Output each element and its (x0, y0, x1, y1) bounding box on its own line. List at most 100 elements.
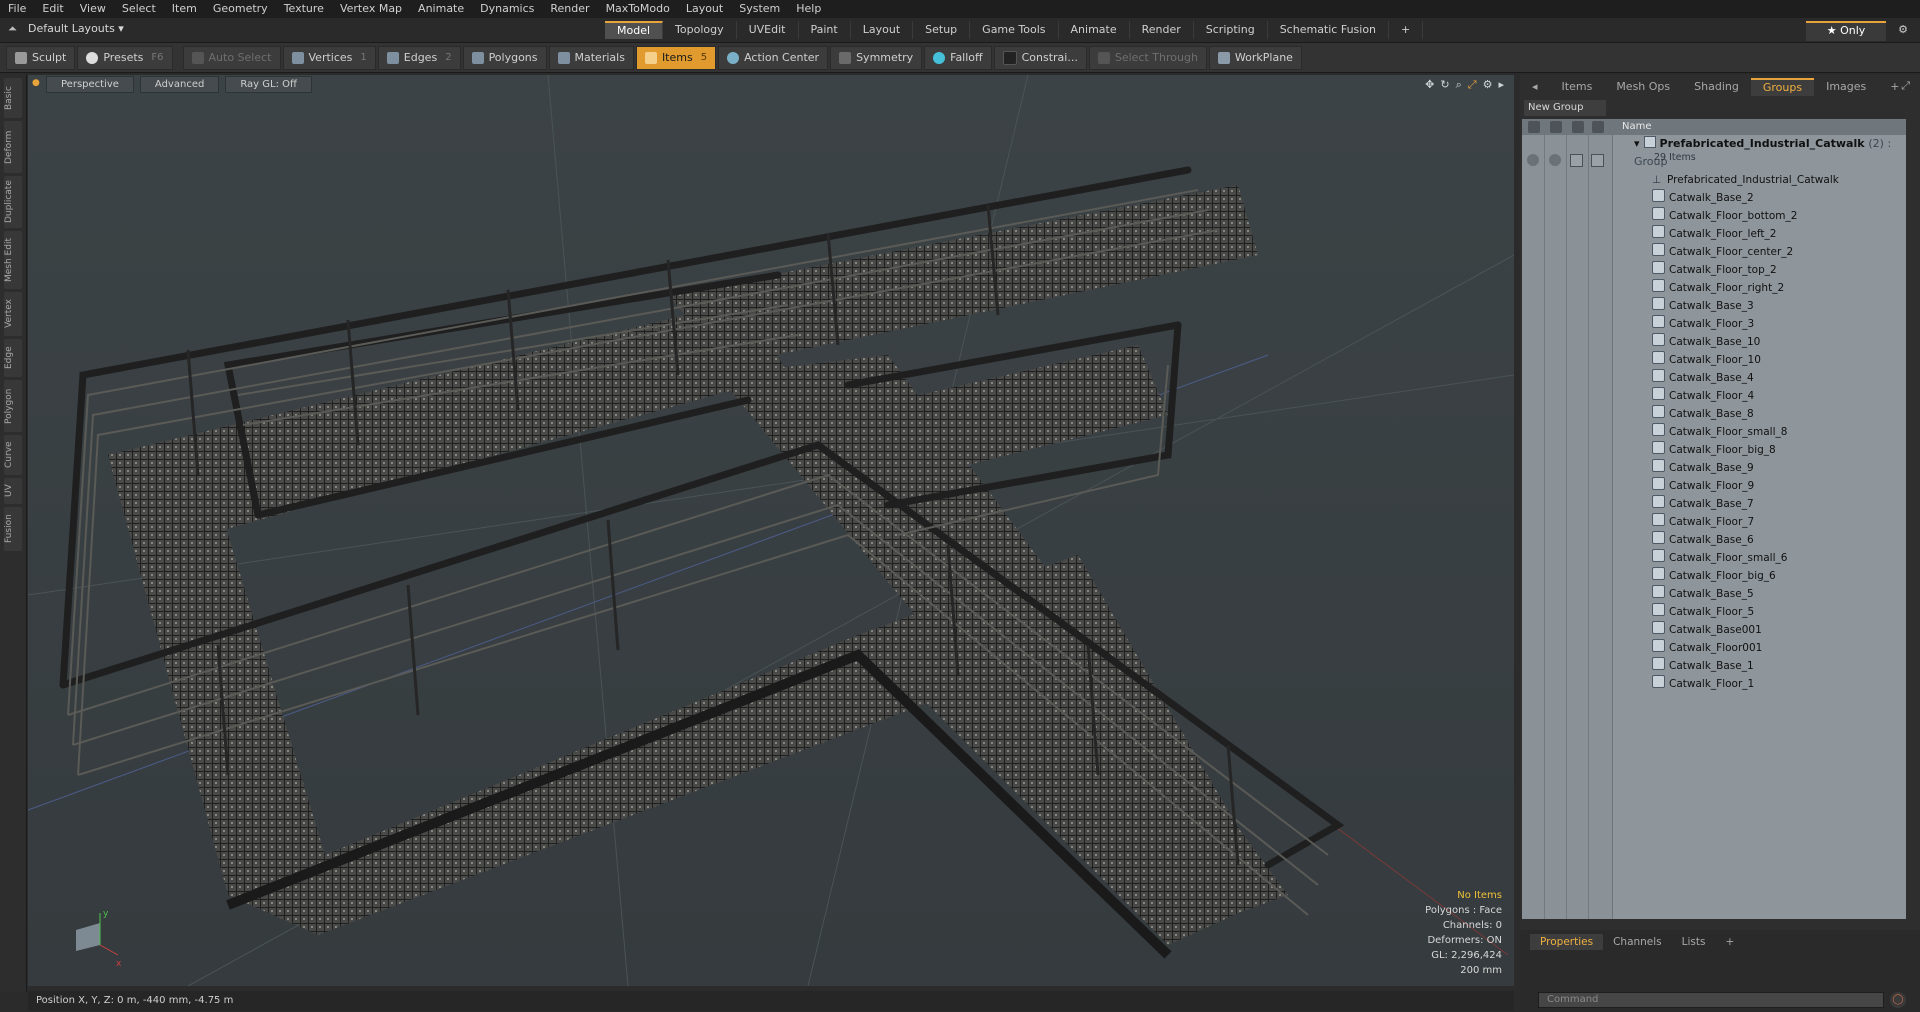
list-item[interactable]: Catwalk_Floor_4 (1652, 387, 1754, 405)
group-root-row[interactable]: ▾ Prefabricated_Industrial_Catwalk (2) : … (1634, 135, 1906, 168)
list-item[interactable]: Catwalk_Floor_center_2 (1652, 243, 1793, 261)
panel-tab-groups[interactable]: Groups (1750, 78, 1815, 96)
left-tab-duplicate[interactable]: Duplicate (4, 176, 22, 228)
list-item[interactable]: Catwalk_Floor_top_2 (1652, 261, 1777, 279)
menu-help[interactable]: Help (788, 0, 829, 18)
menu-layout[interactable]: Layout (678, 0, 731, 18)
fit-view-icon[interactable]: ⤢ (1468, 78, 1477, 92)
layout-tab-render[interactable]: Render (1130, 21, 1194, 39)
list-item[interactable]: Catwalk_Floor_small_6 (1652, 549, 1787, 567)
viewport-expand-icon[interactable]: ▸ (1498, 78, 1504, 92)
viewport-gear-icon[interactable]: ⚙ (1483, 78, 1493, 92)
left-tab-basic[interactable]: Basic (4, 78, 22, 118)
list-item[interactable]: Catwalk_Floor_9 (1652, 477, 1754, 495)
list-item[interactable]: Catwalk_Floor_7 (1652, 513, 1754, 531)
presets-button[interactable]: Presets F6 (77, 45, 173, 70)
left-tab-fusion[interactable]: Fusion (4, 507, 22, 551)
only-button[interactable]: ★ Only (1806, 21, 1886, 41)
collapse-icon[interactable]: ⏶ (8, 22, 17, 36)
layout-tab-topology[interactable]: Topology (663, 21, 737, 39)
left-tab-uv[interactable]: UV (4, 478, 22, 504)
menu-vertex-map[interactable]: Vertex Map (332, 0, 410, 18)
list-item[interactable]: ⊥ Prefabricated_Industrial_Catwalk (1652, 171, 1839, 189)
menu-edit[interactable]: Edit (34, 0, 71, 18)
polygons-button[interactable]: Polygons (462, 45, 547, 70)
auto-select-button[interactable]: Auto Select (182, 45, 281, 70)
list-item[interactable]: Catwalk_Floor_big_6 (1652, 567, 1776, 585)
left-tab-curve[interactable]: Curve (4, 435, 22, 475)
list-item[interactable]: Catwalk_Base_3 (1652, 297, 1754, 315)
left-tab-deform[interactable]: Deform (4, 121, 22, 173)
list-item[interactable]: Catwalk_Base_10 (1652, 333, 1760, 351)
panel-expand-icon[interactable]: ⤢ (1901, 79, 1910, 93)
zoom-view-icon[interactable]: ⌕ (1456, 78, 1462, 92)
layout-tab-layout[interactable]: Layout (851, 21, 914, 39)
3d-viewport[interactable]: y x ● Perspective Advanced Ray GL: Off ✥… (28, 75, 1514, 986)
layout-tab-uvedit[interactable]: UVEdit (737, 21, 799, 39)
list-item[interactable]: Catwalk_Floor_bottom_2 (1652, 207, 1797, 225)
menu-system[interactable]: System (731, 0, 788, 18)
list-item[interactable]: Catwalk_Floor_1 (1652, 675, 1754, 693)
left-tab-mesh-edit[interactable]: Mesh Edit (4, 231, 22, 289)
panel-collapse-icon[interactable]: ◂ (1520, 78, 1550, 96)
list-item[interactable]: Catwalk_Floor_small_8 (1652, 423, 1787, 441)
render-header-icon[interactable] (1550, 121, 1562, 133)
list-item[interactable]: Catwalk_Base_2 (1652, 189, 1754, 207)
bottom-tab-lists[interactable]: Lists (1672, 934, 1716, 950)
select-header-icon[interactable] (1592, 121, 1604, 133)
menu-dynamics[interactable]: Dynamics (472, 0, 542, 18)
name-column-header[interactable]: Name (1622, 121, 1652, 132)
menu-file[interactable]: File (0, 0, 34, 18)
lock-header-icon[interactable] (1572, 121, 1584, 133)
edges-button[interactable]: Edges 2 (377, 45, 461, 70)
panel-tab-items[interactable]: Items (1550, 78, 1605, 96)
left-tab-vertex[interactable]: Vertex (4, 292, 22, 336)
add-bottom-tab-button[interactable]: + (1715, 934, 1744, 950)
new-group-button[interactable]: New Group (1524, 100, 1606, 116)
bottom-tab-channels[interactable]: Channels (1603, 934, 1672, 950)
list-item[interactable]: Catwalk_Base_6 (1652, 531, 1754, 549)
left-tab-polygon[interactable]: Polygon (4, 380, 22, 432)
menu-texture[interactable]: Texture (276, 0, 332, 18)
bottom-tab-properties[interactable]: Properties (1530, 934, 1604, 950)
list-item[interactable]: Catwalk_Floor_5 (1652, 603, 1754, 621)
list-item[interactable]: Catwalk_Floor_3 (1652, 315, 1754, 333)
layout-tab-scripting[interactable]: Scripting (1194, 21, 1268, 39)
layout-tab-paint[interactable]: Paint (799, 21, 851, 39)
action-center-button[interactable]: Action Center (718, 45, 829, 70)
menu-render[interactable]: Render (542, 0, 597, 18)
raygl-button[interactable]: Ray GL: Off (225, 75, 312, 93)
list-item[interactable]: Catwalk_Base_9 (1652, 459, 1754, 477)
layout-tab-animate[interactable]: Animate (1059, 21, 1130, 39)
items-button[interactable]: Items 5 (635, 45, 717, 70)
add-layout-tab-button[interactable]: + (1389, 21, 1424, 39)
list-item[interactable]: Catwalk_Floor_right_2 (1652, 279, 1784, 297)
panel-tab-mesh-ops[interactable]: Mesh Ops (1604, 78, 1682, 96)
gear-icon[interactable]: ⚙ (1894, 21, 1912, 39)
command-history-icon[interactable]: ◯ (1890, 992, 1906, 1008)
list-item[interactable]: Catwalk_Floor_big_8 (1652, 441, 1776, 459)
layout-tab-model[interactable]: Model (605, 21, 664, 39)
layout-tab-setup[interactable]: Setup (913, 21, 971, 39)
render-toggle-icon[interactable] (1549, 154, 1561, 166)
layout-tab-game-tools[interactable]: Game Tools (970, 21, 1059, 39)
list-item[interactable]: Catwalk_Floor_10 (1652, 351, 1761, 369)
list-item[interactable]: Catwalk_Floor001 (1652, 639, 1762, 657)
list-item[interactable]: Catwalk_Base_8 (1652, 405, 1754, 423)
panel-tab-images[interactable]: Images (1814, 78, 1878, 96)
rotate-view-icon[interactable]: ↻ (1440, 78, 1449, 92)
workplane-button[interactable]: WorkPlane (1208, 45, 1302, 70)
view-mode-button[interactable]: Perspective (46, 75, 134, 93)
menu-view[interactable]: View (72, 0, 114, 18)
list-item[interactable]: Catwalk_Base_5 (1652, 585, 1754, 603)
materials-button[interactable]: Materials (548, 45, 634, 70)
panel-tab-shading[interactable]: Shading (1682, 78, 1751, 96)
left-tab-edge[interactable]: Edge (4, 339, 22, 377)
visibility-header-icon[interactable] (1528, 121, 1540, 133)
menu-item[interactable]: Item (164, 0, 205, 18)
move-view-icon[interactable]: ✥ (1425, 78, 1434, 92)
list-item[interactable]: Catwalk_Floor_left_2 (1652, 225, 1776, 243)
layout-tab-schematic-fusion[interactable]: Schematic Fusion (1268, 21, 1390, 39)
menu-geometry[interactable]: Geometry (205, 0, 276, 18)
expand-arrow-icon[interactable]: ▾ (1634, 137, 1640, 150)
